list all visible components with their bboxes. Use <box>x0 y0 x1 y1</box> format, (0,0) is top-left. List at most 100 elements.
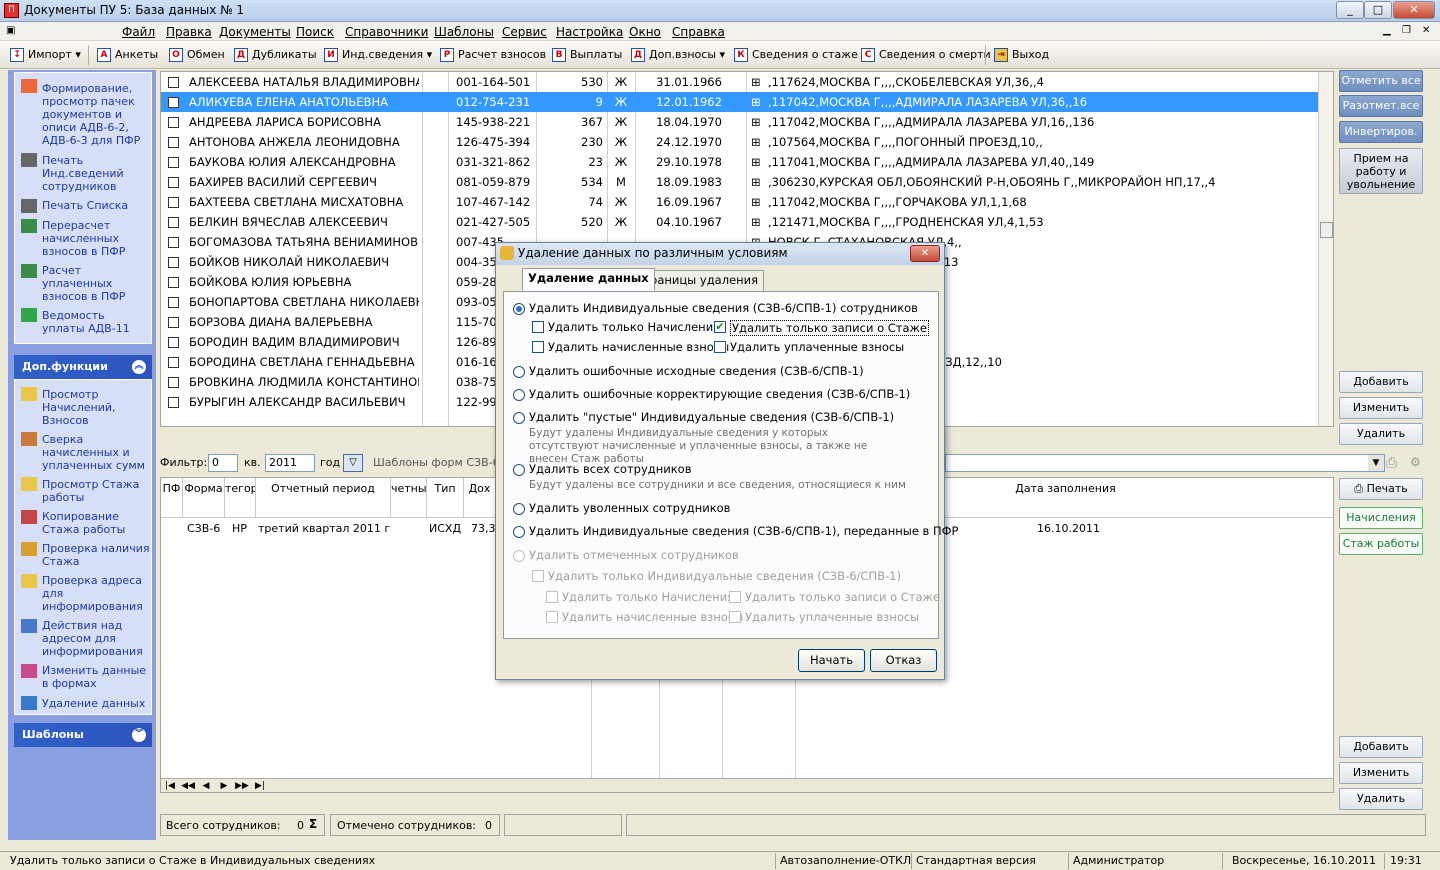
nav-next-icon[interactable]: ▶ <box>215 779 233 792</box>
close-button[interactable]: ✕ <box>1393 1 1435 19</box>
payments-button[interactable]: B Выплаты <box>548 44 626 66</box>
opt8-experience-checkbox[interactable] <box>729 591 741 603</box>
calc-contributions-button[interactable]: P Расчет взносов <box>436 44 550 66</box>
left-item-recalc[interactable]: Перерасчет начисленных взносов в ПФР <box>42 219 150 258</box>
accruals-button[interactable]: Начисления <box>1339 507 1423 529</box>
row-checkbox[interactable] <box>168 97 179 108</box>
row-checkbox[interactable] <box>168 77 179 88</box>
row-checkbox[interactable] <box>168 137 179 148</box>
address-icon[interactable]: ⊞ <box>751 92 767 112</box>
import-button[interactable]: ↧ Импорт ▾ <box>6 44 85 66</box>
row-checkbox[interactable] <box>168 197 179 208</box>
left-item-adv11[interactable]: Ведомость уплаты АДВ-11 <box>42 309 150 335</box>
nav-prev-icon[interactable]: ◀ <box>197 779 215 792</box>
opt1-accrued-contrib-checkbox[interactable] <box>532 341 544 353</box>
delete-form-button[interactable]: Удалить <box>1339 788 1423 810</box>
opt8-label[interactable]: Удалить отмеченных сотрудников <box>529 548 739 562</box>
opt8-accruals-checkbox[interactable] <box>546 591 558 603</box>
opt1-label[interactable]: Удалить Индивидуальные сведения (СЗВ-6/С… <box>529 301 918 315</box>
opt1-accrued-contrib-label[interactable]: Удалить начисленные взносы <box>548 340 729 354</box>
settings-icon[interactable]: ⚙ <box>1410 455 1421 469</box>
experience-info-button[interactable]: К Сведения о стаже <box>730 44 862 66</box>
employee-row[interactable]: АЛЕКСЕЕВА НАТАЛЬЯ ВЛАДИМИРОВНА 001-164-50… <box>161 72 1318 92</box>
menu-help[interactable]: Справка <box>672 25 725 39</box>
dop-item-copy-experience[interactable]: Копирование Стажа работы <box>42 510 150 536</box>
tab-delete-data[interactable]: Удаление данных <box>522 268 655 291</box>
left-item-packs[interactable]: Формирование, просмотр пачек документов … <box>42 82 150 147</box>
nav-last-icon[interactable]: ▶| <box>251 779 269 792</box>
col-report[interactable]: четный <box>391 478 427 518</box>
address-icon[interactable]: ⊞ <box>751 172 767 192</box>
exit-button[interactable]: ⇥ Выход <box>990 44 1053 66</box>
duplicates-button[interactable]: Д Дубликаты <box>230 44 321 66</box>
employee-row[interactable]: БАУКОВА ЮЛИЯ АЛЕКСАНДРОВНА 031-321-862 00… <box>161 152 1318 172</box>
filter-icon[interactable]: ▽ <box>343 454 363 472</box>
left-item-print-ind[interactable]: Печать Инд.сведений сотрудников <box>42 154 150 193</box>
left-item-print-list[interactable]: Печать Списка <box>42 199 150 212</box>
opt7-label[interactable]: Удалить Индивидуальные сведения (СЗВ-6/С… <box>529 524 958 538</box>
tab-delete-bounds[interactable]: Границы удаления <box>637 270 765 291</box>
opt1-paid-contrib-checkbox[interactable] <box>714 341 726 353</box>
add-form-button[interactable]: Добавить <box>1339 736 1423 758</box>
opt2-label[interactable]: Удалить ошибочные исходные сведения (СЗВ… <box>529 364 864 378</box>
opt8-ind-label[interactable]: Удалить только Индивидуальные сведения (… <box>548 569 901 583</box>
menu-references[interactable]: Справочники <box>345 25 428 39</box>
expand-icon[interactable]: ︾ <box>132 728 146 742</box>
nav-first-icon[interactable]: |◀ <box>161 779 179 792</box>
chevron-down-icon[interactable]: ▼ <box>1368 455 1384 471</box>
opt1-radio[interactable] <box>513 303 525 315</box>
vertical-scrollbar[interactable] <box>1318 72 1333 426</box>
menu-documents[interactable]: Документы <box>219 25 291 39</box>
row-checkbox[interactable] <box>168 317 179 328</box>
dop-item-edit-forms[interactable]: Изменить данные в формах <box>42 664 150 690</box>
employee-row[interactable]: БЕЛКИН ВЯЧЕСЛАВ АЛЕКСЕЕВИЧ 021-427-505 04… <box>161 212 1318 232</box>
row-checkbox[interactable] <box>168 277 179 288</box>
year-spinner[interactable]: 2011 <box>265 454 315 472</box>
mdi-minimize-icon[interactable]: ▁ <box>1383 25 1391 36</box>
menu-templates[interactable]: Шаблоны <box>434 25 494 39</box>
printer-icon[interactable]: ⎙ <box>1386 455 1397 471</box>
opt8-accrued-label[interactable]: Удалить начисленные взносы <box>562 610 743 624</box>
opt8-accrued-checkbox[interactable] <box>546 611 558 623</box>
opt6-radio[interactable] <box>513 503 525 515</box>
unmark-all-button[interactable]: Разотмет.все <box>1339 95 1423 117</box>
opt8-paid-checkbox[interactable] <box>729 611 741 623</box>
dop-item-reconcile[interactable]: Сверка начисленных и уплаченных сумм <box>42 433 150 472</box>
ind-info-button[interactable]: И Инд.сведения ▾ <box>320 44 436 66</box>
address-icon[interactable]: ⊞ <box>751 152 767 172</box>
dop-functions-header[interactable]: Доп.функции ︽ <box>14 355 152 379</box>
mdi-close-icon[interactable]: ✕ <box>1422 25 1430 36</box>
cancel-button[interactable]: Отказ <box>870 649 937 672</box>
opt1-accruals-label[interactable]: Удалить только Начисления <box>548 320 720 334</box>
death-info-button[interactable]: C Сведения о смерти <box>857 44 995 66</box>
address-icon[interactable]: ⊞ <box>751 192 767 212</box>
mdi-restore-icon[interactable]: ❐ <box>1402 25 1411 36</box>
employee-row[interactable]: БАХТЕЕВА СВЕТЛАНА МИСХАТОВНА 107-467-142 … <box>161 192 1318 212</box>
minimize-button[interactable]: _ <box>1336 1 1364 19</box>
exchange-button[interactable]: O Обмен <box>165 44 229 66</box>
print-button[interactable]: ⎙ Печать <box>1339 478 1423 500</box>
opt4-radio[interactable] <box>513 412 525 424</box>
template-select[interactable]: ▼ <box>945 454 1385 472</box>
opt5-radio[interactable] <box>513 464 525 476</box>
row-checkbox[interactable] <box>168 257 179 268</box>
dialog-close-icon[interactable]: ✕ <box>910 245 940 262</box>
opt1-paid-contrib-label[interactable]: Удалить уплаченные взносы <box>730 340 904 354</box>
address-icon[interactable]: ⊞ <box>751 112 767 132</box>
edit-form-button[interactable]: Изменить <box>1339 762 1423 784</box>
invert-button[interactable]: Инвертиров. <box>1339 121 1423 143</box>
left-item-paid[interactable]: Расчет уплаченных взносов в ПФР <box>42 264 150 303</box>
start-button[interactable]: Начать <box>798 649 865 672</box>
row-checkbox[interactable] <box>168 357 179 368</box>
opt1-experience-checkbox[interactable]: ✔ <box>714 321 726 333</box>
templates-header[interactable]: Шаблоны ︾ <box>14 723 152 747</box>
opt8-experience-label[interactable]: Удалить только записи о Стаже <box>745 590 940 604</box>
menu-edit[interactable]: Правка <box>166 25 212 39</box>
extra-contributions-button[interactable]: Д Доп.взносы ▾ <box>627 44 729 66</box>
opt1-experience-label[interactable]: Удалить только записи о Стаже <box>730 320 929 336</box>
dop-item-view-experience[interactable]: Просмотр Стажа работы <box>42 478 150 504</box>
address-icon[interactable]: ⊞ <box>751 132 767 152</box>
menu-file[interactable]: Файл <box>122 25 155 39</box>
opt1-accruals-checkbox[interactable] <box>532 321 544 333</box>
row-checkbox[interactable] <box>168 297 179 308</box>
